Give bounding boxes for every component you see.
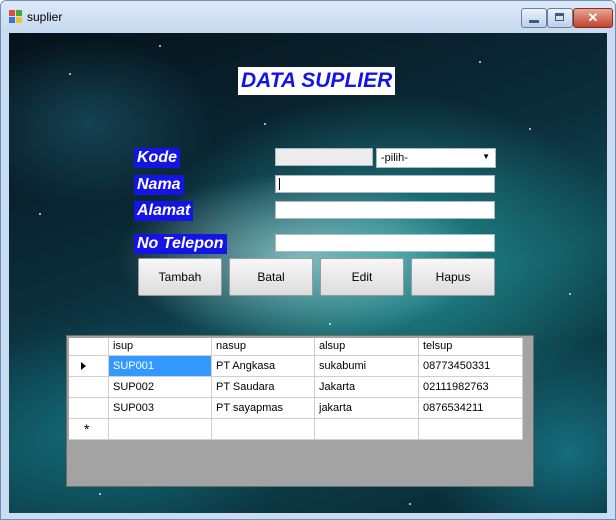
table-cell[interactable]: SUP003 <box>109 398 212 419</box>
table-cell[interactable]: PT Saudara <box>212 377 315 398</box>
background-star <box>159 45 161 47</box>
background-star <box>569 293 571 295</box>
table-cell[interactable]: 0876534211 <box>419 398 523 419</box>
current-row-pointer-icon <box>81 362 86 370</box>
new-row-cell[interactable] <box>419 419 523 440</box>
grid-corner-header[interactable] <box>69 338 109 356</box>
table-cell[interactable]: jakarta <box>315 398 419 419</box>
table-cell[interactable]: SUP001 <box>109 356 212 377</box>
new-row-cell[interactable] <box>212 419 315 440</box>
new-row-cell[interactable] <box>109 419 212 440</box>
table-cell[interactable]: SUP002 <box>109 377 212 398</box>
table-cell[interactable]: 02111982763 <box>419 377 523 398</box>
background-star <box>69 73 71 75</box>
kode-input[interactable] <box>275 148 373 166</box>
background-star <box>99 493 101 495</box>
page-title: DATA SUPLIER <box>238 67 396 95</box>
application-window: suplier ✕ DATA SUPLIER Kode -pilih- ▼ Na… <box>0 0 616 520</box>
close-icon: ✕ <box>587 10 599 25</box>
table-cell[interactable]: Jakarta <box>315 377 419 398</box>
edit-button[interactable]: Edit <box>320 258 404 296</box>
kode-label: Kode <box>134 148 180 168</box>
supplier-select-value: -pilih- <box>381 152 408 164</box>
new-row-icon: * <box>84 421 90 437</box>
background-star <box>264 123 266 125</box>
row-header[interactable] <box>69 398 109 419</box>
table-cell[interactable]: 08773450331 <box>419 356 523 377</box>
nama-label: Nama <box>134 175 184 195</box>
table-cell[interactable]: PT Angkasa <box>212 356 315 377</box>
minimize-button[interactable] <box>521 8 547 28</box>
tambah-button[interactable]: Tambah <box>138 258 222 296</box>
column-header-alsup[interactable]: alsup <box>315 338 419 356</box>
text-cursor <box>279 178 280 190</box>
maximize-button[interactable] <box>547 8 573 28</box>
nama-input[interactable] <box>275 175 495 193</box>
background-star <box>479 61 481 63</box>
background-star <box>39 213 41 215</box>
minimize-icon <box>529 20 539 23</box>
hapus-button[interactable]: Hapus <box>411 258 495 296</box>
background-star <box>529 128 531 130</box>
column-header-telsup[interactable]: telsup <box>419 338 523 356</box>
form-client-area: DATA SUPLIER Kode -pilih- ▼ Nama Alamat … <box>9 33 607 513</box>
row-header-new[interactable]: * <box>69 419 109 440</box>
title-bar[interactable]: suplier ✕ <box>1 1 615 33</box>
chevron-down-icon: ▼ <box>482 152 490 161</box>
row-header[interactable] <box>69 377 109 398</box>
close-button[interactable]: ✕ <box>573 8 613 28</box>
maximize-icon <box>555 13 564 21</box>
app-icon <box>9 10 22 23</box>
alamat-input[interactable] <box>275 201 495 219</box>
new-row-cell[interactable] <box>315 419 419 440</box>
background-star <box>329 323 331 325</box>
supplier-select[interactable]: -pilih- ▼ <box>376 148 496 168</box>
window-title: suplier <box>27 10 63 24</box>
column-header-isup[interactable]: isup <box>109 338 212 356</box>
column-header-nasup[interactable]: nasup <box>212 338 315 356</box>
table-cell[interactable]: sukabumi <box>315 356 419 377</box>
alamat-label: Alamat <box>134 201 194 221</box>
batal-button[interactable]: Batal <box>229 258 313 296</box>
table-cell[interactable]: PT sayapmas <box>212 398 315 419</box>
telepon-input[interactable] <box>275 234 495 252</box>
background-star <box>409 503 411 505</box>
row-header-current[interactable] <box>69 356 109 377</box>
telepon-label: No Telepon <box>134 234 227 254</box>
supplier-data-grid[interactable]: isup nasup alsup telsup SUP001 PT Angkas… <box>66 335 534 487</box>
